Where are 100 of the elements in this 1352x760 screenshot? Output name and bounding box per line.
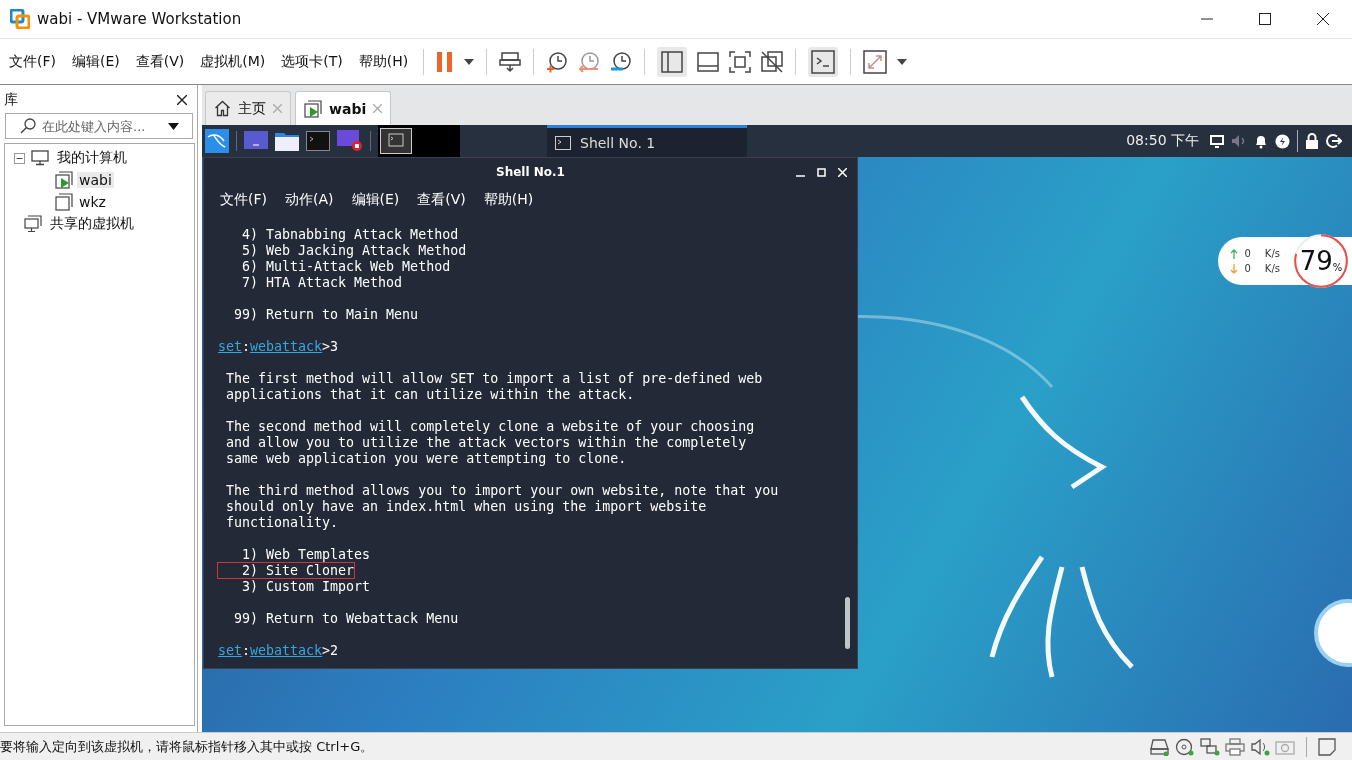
prompt-name: set	[218, 339, 243, 354]
network-icon[interactable]	[1200, 737, 1220, 756]
dropdown-caret-icon[interactable]	[464, 58, 475, 65]
menu-item[interactable]: 虚拟机(M)	[197, 50, 269, 73]
menu-item[interactable]: 查看(V)	[415, 191, 468, 209]
tab[interactable]: 主页	[205, 91, 291, 125]
terminal-line: The second method will completely clone a website of your choosing	[225, 419, 755, 434]
terminal-line: and allow you to utilize the attack vectors within the completely	[225, 435, 747, 450]
dropdown-caret-icon[interactable]	[168, 122, 179, 130]
terminal-line: 6) Multi-Attack Web Method	[241, 259, 451, 274]
screen-recorder-icon[interactable]	[337, 130, 363, 152]
prompt-context: webattack	[250, 643, 323, 658]
unity-off-icon[interactable]	[761, 50, 784, 73]
menu-item[interactable]: 文件(F)	[218, 191, 269, 209]
vm-icon	[55, 193, 73, 211]
kali-menu-icon[interactable]	[205, 129, 229, 153]
terminal-line: 99) Return to Webattack Menu	[233, 611, 459, 626]
desktop-icon[interactable]	[244, 131, 268, 151]
home-icon	[214, 100, 231, 117]
running-vm-icon	[55, 171, 73, 189]
menu-item[interactable]: 帮助(H)	[481, 191, 536, 209]
status-text: 要将输入定向到该虚拟机，请将鼠标指针移入其中或按 Ctrl+G。	[0, 737, 374, 756]
download-rate: 0	[1244, 263, 1251, 274]
full-screen-icon[interactable]	[729, 50, 752, 73]
revert-snapshot-icon[interactable]	[578, 50, 601, 73]
sidebar-toggle-icon[interactable]	[657, 46, 688, 77]
volume-icon[interactable]	[1231, 134, 1247, 148]
library-title: 库	[4, 91, 18, 109]
terminal-icon[interactable]	[380, 128, 412, 154]
prompt-separator: :	[242, 339, 251, 354]
send-keys-icon[interactable]	[499, 50, 522, 73]
terminal-icon[interactable]	[306, 131, 330, 151]
snapshot-manager-icon[interactable]	[610, 50, 633, 73]
menu-item[interactable]: 编辑(E)	[69, 50, 123, 73]
computer-icon	[31, 150, 49, 166]
terminal-line: The first method will allow SET to import a list of pre-defined web	[225, 371, 763, 386]
terminal-line: The third method allows you to import your own website, note that you	[225, 483, 779, 498]
message-log-icon[interactable]	[1318, 737, 1336, 756]
rate-unit: K/s	[1264, 263, 1280, 274]
arrow-up-icon	[1230, 248, 1239, 259]
terminal-line: 5) Web Jacking Attack Method	[241, 243, 467, 258]
terminal-line: should only have an index.html when using the import website	[225, 499, 707, 514]
terminal-window[interactable]	[203, 157, 858, 669]
percent-sign: %	[1332, 261, 1343, 273]
terminal-title: Shell No.1	[496, 165, 565, 179]
maximize-icon[interactable]	[1258, 12, 1272, 26]
tree-item[interactable]: wabi	[77, 172, 114, 188]
close-icon[interactable]	[177, 95, 187, 105]
close-icon[interactable]	[1316, 12, 1330, 26]
upload-rate: 0	[1244, 248, 1251, 259]
console-view-icon[interactable]	[808, 46, 839, 77]
lock-icon[interactable]	[1305, 133, 1319, 149]
thumbnail-bar-icon[interactable]	[697, 50, 720, 73]
terminal-line: same web application you were attempting to clone.	[225, 451, 627, 466]
snapshot-icon[interactable]	[546, 50, 569, 73]
collapse-icon[interactable]	[14, 152, 25, 164]
prompt-separator: :	[242, 643, 251, 658]
pause-icon[interactable]	[436, 50, 455, 73]
tab[interactable]: wabi	[295, 91, 392, 125]
app-logo-icon	[10, 9, 30, 29]
menu-item[interactable]: 选项卡(T)	[278, 50, 346, 73]
terminal-line: applications that it can utilize within the attack.	[225, 387, 635, 402]
printer-icon[interactable]	[1225, 737, 1245, 756]
menu-item[interactable]: 帮助(H)	[355, 50, 412, 73]
prompt-command-text: >3	[322, 339, 339, 354]
menu-item[interactable]: 文件(F)	[6, 50, 59, 73]
tree-item[interactable]: 我的计算机	[55, 149, 129, 167]
sound-icon[interactable]	[1250, 737, 1270, 756]
highlighted-terminal-line: 2) Site Cloner	[218, 563, 355, 578]
hard-disk-icon[interactable]	[1150, 737, 1170, 756]
scrollbar-thumb[interactable]	[845, 597, 850, 649]
shared-vms-icon	[24, 215, 42, 233]
power-icon[interactable]	[1275, 133, 1290, 149]
folder-icon[interactable]	[275, 131, 299, 151]
tree-item[interactable]: wkz	[77, 194, 108, 210]
dropdown-caret-icon[interactable]	[897, 58, 908, 65]
window-title: wabi - VMware Workstation	[37, 10, 242, 28]
logout-icon[interactable]	[1326, 133, 1342, 149]
menu-item[interactable]: 编辑(E)	[349, 191, 402, 209]
terminal-line: 1) Web Templates	[241, 547, 371, 562]
arrow-down-icon	[1230, 263, 1239, 274]
stretch-icon[interactable]	[863, 49, 888, 74]
bell-icon[interactable]	[1254, 133, 1268, 149]
prompt-command-text: >2	[322, 643, 339, 658]
cd-icon[interactable]	[1175, 737, 1195, 756]
running-vm-icon	[304, 99, 322, 118]
tree-item[interactable]: 共享的虚拟机	[48, 215, 136, 233]
terminal-line: 3) Custom Import	[241, 579, 371, 594]
prompt-context: webattack	[250, 339, 323, 354]
terminal-line: 7) HTA Attack Method	[241, 275, 403, 290]
menu-item[interactable]: 动作(A)	[283, 191, 336, 209]
rate-unit: K/s	[1264, 248, 1280, 259]
search-bar[interactable]: 在此处键入内容...	[5, 113, 193, 139]
prompt-name: set	[218, 643, 243, 658]
search-icon	[20, 118, 36, 134]
clock[interactable]: 08:50 下午	[1126, 132, 1199, 150]
terminal-line: functionality.	[225, 515, 339, 530]
menu-item[interactable]: 查看(V)	[132, 50, 188, 73]
taskbar-window-button[interactable]: Shell No. 1	[547, 125, 747, 157]
display-icon[interactable]	[1210, 134, 1224, 148]
